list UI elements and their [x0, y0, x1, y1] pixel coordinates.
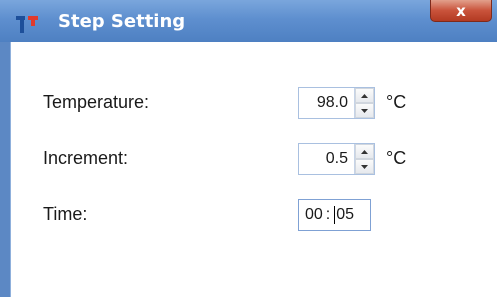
app-logo-icon [16, 16, 38, 33]
spin-up-arrow-icon[interactable] [355, 88, 374, 103]
temperature-spinner[interactable]: 98.0 [298, 87, 375, 119]
window-title: Step Setting [58, 11, 186, 32]
temperature-label: Temperature: [43, 92, 150, 112]
increment-unit: °C [386, 148, 407, 168]
time-hours[interactable]: 00 [305, 206, 323, 224]
step-setting-dialog: Step Setting x Temperature: 98.0 °C Incr… [0, 0, 497, 297]
dialog-body: Temperature: 98.0 °C Increment: 0.5 °C T… [10, 42, 497, 297]
temperature-value[interactable]: 98.0 [299, 94, 354, 112]
increment-value[interactable]: 0.5 [299, 150, 354, 168]
increment-spin-buttons [354, 144, 374, 174]
time-minutes[interactable]: 05 [336, 206, 354, 224]
spin-down-arrow-icon[interactable] [355, 159, 374, 174]
spin-down-arrow-icon[interactable] [355, 103, 374, 118]
close-button[interactable]: x [430, 0, 492, 22]
title-bar[interactable]: Step Setting x [0, 0, 497, 42]
spin-up-arrow-icon[interactable] [355, 144, 374, 159]
increment-spinner[interactable]: 0.5 [298, 143, 375, 175]
temperature-unit: °C [386, 92, 407, 112]
time-separator: : [325, 206, 331, 223]
increment-label: Increment: [43, 148, 129, 168]
time-label: Time: [43, 204, 88, 224]
time-input[interactable]: 00 : 05 [298, 199, 371, 231]
text-caret [334, 206, 336, 224]
temperature-spin-buttons [354, 88, 374, 118]
